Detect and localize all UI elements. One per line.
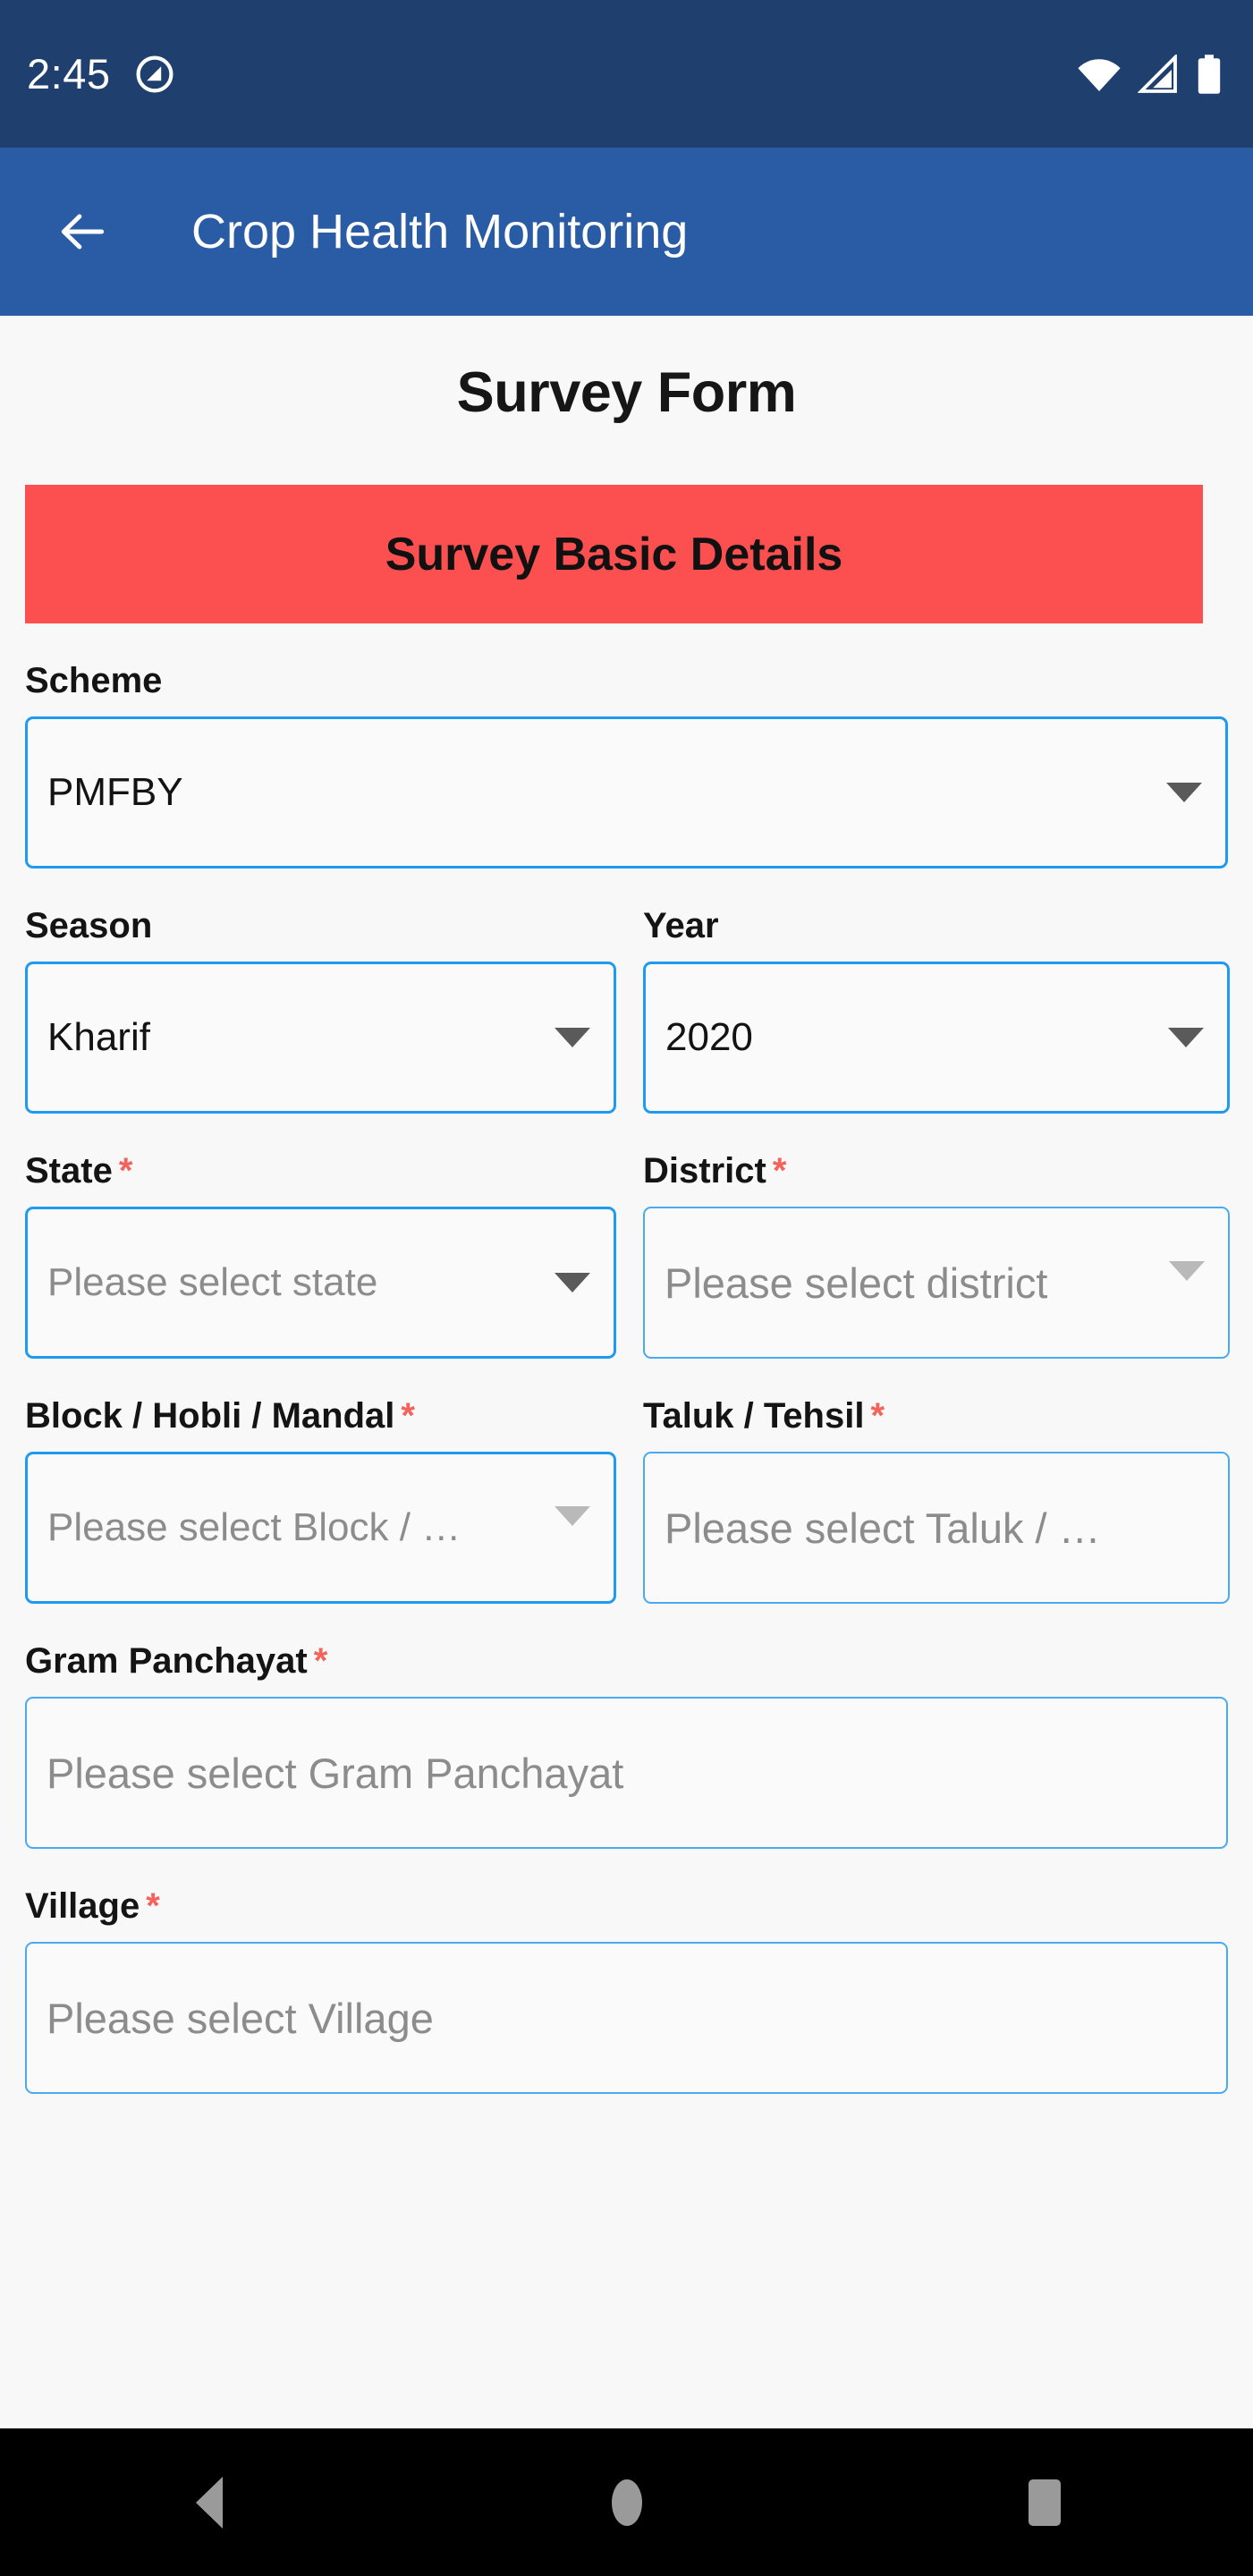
label-text-state: State — [25, 1151, 113, 1191]
field-state: State * Please select state — [25, 1151, 616, 1359]
select-value-season: Kharif — [47, 1015, 150, 1059]
status-clock: 2:45 — [27, 50, 111, 97]
status-bar: 2:45 — [0, 0, 1253, 148]
label-text-gram-panchayat: Gram Panchayat — [25, 1641, 308, 1681]
select-value-scheme: PMFBY — [47, 770, 183, 814]
app-bar-title: Crop Health Monitoring — [191, 205, 689, 258]
select-placeholder-village: Please select Village — [47, 1994, 434, 2042]
battery-icon — [1198, 54, 1221, 94]
select-year[interactable]: 2020 — [643, 962, 1230, 1114]
select-gram-panchayat[interactable]: Please select Gram Panchayat — [25, 1697, 1228, 1849]
chevron-down-icon[interactable] — [555, 1505, 590, 1526]
status-notification-icons — [133, 53, 176, 96]
status-system-icons — [1076, 54, 1223, 95]
required-asterisk: * — [772, 1151, 787, 1191]
required-asterisk: * — [118, 1151, 133, 1191]
required-asterisk: * — [401, 1396, 415, 1436]
phone-screen: 2:45 Crop Health Monitoring Survey Form … — [0, 0, 1253, 2576]
select-placeholder-district: Please select district — [665, 1258, 1048, 1307]
android-back-icon — [195, 2476, 223, 2529]
field-year: Year 2020 — [643, 906, 1230, 1114]
android-recents-icon — [1028, 2479, 1061, 2526]
select-scheme[interactable]: PMFBY — [25, 716, 1228, 869]
field-label-year: Year — [643, 906, 1230, 946]
required-asterisk: * — [313, 1641, 328, 1681]
label-text-taluk: Taluk / Tehsil — [643, 1396, 865, 1436]
chevron-down-icon[interactable] — [1166, 783, 1202, 802]
label-text-village: Village — [25, 1886, 140, 1926]
select-state[interactable]: Please select state — [25, 1207, 616, 1359]
section-banner-survey-basic-details: Survey Basic Details — [25, 485, 1203, 623]
page-title: Survey Form — [456, 361, 797, 424]
label-text-district: District — [643, 1151, 766, 1191]
chevron-down-icon[interactable] — [1169, 1260, 1205, 1281]
field-gram-panchayat: Gram Panchayat * Please select Gram Panch… — [0, 1641, 1253, 1849]
select-placeholder-taluk: Please select Taluk / … — [665, 1504, 1101, 1552]
back-arrow-icon[interactable] — [55, 204, 111, 259]
label-text-block: Block / Hobli / Mandal — [25, 1396, 395, 1436]
nav-recents-button[interactable] — [964, 2453, 1125, 2552]
label-text-year: Year — [643, 906, 719, 945]
select-season[interactable]: Kharif — [25, 962, 616, 1114]
select-taluk[interactable]: Please select Taluk / … — [643, 1452, 1230, 1604]
column-gap — [616, 1396, 643, 1604]
chevron-down-icon[interactable] — [1168, 1028, 1204, 1047]
select-block[interactable]: Please select Block / … — [25, 1452, 616, 1604]
field-block: Block / Hobli / Mandal * Please select Bl… — [25, 1396, 616, 1604]
label-text-season: Season — [25, 906, 153, 945]
field-label-block: Block / Hobli / Mandal * — [25, 1396, 616, 1436]
nav-back-button[interactable] — [129, 2453, 290, 2552]
field-label-village: Village * — [25, 1886, 1228, 1927]
app-bar: Crop Health Monitoring — [0, 148, 1253, 316]
row-season-year: Season Kharif Year 2020 — [0, 906, 1253, 1114]
android-home-icon — [611, 2479, 642, 2526]
do-not-disturb-icon — [136, 55, 174, 92]
wifi-icon — [1078, 58, 1121, 91]
nav-home-button[interactable] — [546, 2453, 707, 2552]
label-text-scheme: Scheme — [25, 661, 163, 700]
field-taluk: Taluk / Tehsil * Please select Taluk / … — [643, 1396, 1230, 1604]
row-block-taluk: Block / Hobli / Mandal * Please select Bl… — [0, 1396, 1253, 1604]
required-asterisk: * — [870, 1396, 885, 1436]
select-placeholder-gram-panchayat: Please select Gram Panchayat — [47, 1749, 624, 1797]
cellular-signal-icon — [1138, 54, 1177, 93]
field-label-state: State * — [25, 1151, 616, 1191]
column-gap — [616, 906, 643, 1114]
field-label-season: Season — [25, 906, 616, 946]
field-scheme: Scheme PMFBY — [0, 661, 1253, 869]
field-district: District * Please select district — [643, 1151, 1230, 1359]
select-value-year: 2020 — [665, 1015, 753, 1059]
select-village[interactable]: Please select Village — [25, 1942, 1228, 2094]
column-gap — [616, 1151, 643, 1359]
field-label-taluk: Taluk / Tehsil * — [643, 1396, 1230, 1436]
chevron-down-icon[interactable] — [555, 1028, 590, 1047]
row-state-district: State * Please select state District * Ple… — [0, 1151, 1253, 1359]
required-asterisk: * — [146, 1886, 160, 1926]
android-navigation-bar — [0, 2428, 1253, 2576]
chevron-down-icon[interactable] — [555, 1273, 590, 1292]
form-scroll-area[interactable]: Survey Form Survey Basic Details Scheme … — [0, 316, 1253, 2428]
select-district[interactable]: Please select district — [643, 1207, 1230, 1359]
field-label-district: District * — [643, 1151, 1230, 1191]
field-season: Season Kharif — [25, 906, 616, 1114]
section-banner-label: Survey Basic Details — [385, 528, 843, 580]
select-placeholder-block: Please select Block / … — [47, 1505, 461, 1549]
field-village: Village * Please select Village — [0, 1886, 1253, 2094]
field-label-gram-panchayat: Gram Panchayat * — [25, 1641, 1228, 1682]
field-label-scheme: Scheme — [25, 661, 1228, 701]
select-placeholder-state: Please select state — [47, 1260, 378, 1304]
